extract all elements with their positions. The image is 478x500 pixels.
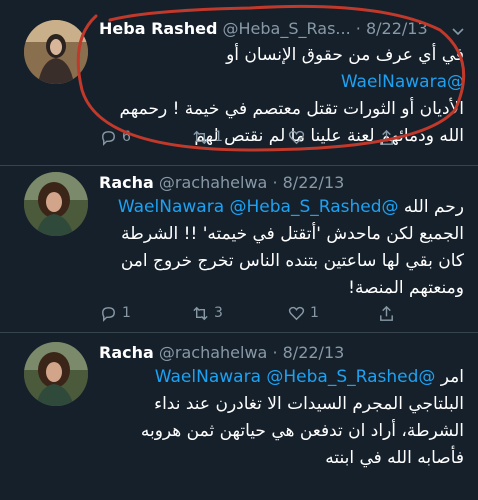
reply-icon: [102, 130, 115, 146]
share-button[interactable]: [377, 126, 396, 148]
display-name[interactable]: Heba Rashed: [99, 19, 217, 38]
tweet-date[interactable]: 8/22/13: [283, 173, 345, 192]
separator-dot: ·: [355, 19, 361, 38]
display-name[interactable]: Racha: [99, 343, 154, 362]
heart-icon: [288, 130, 305, 144]
like-count: 1: [310, 305, 319, 321]
share-icon: [380, 129, 393, 145]
retweet-icon: [193, 306, 208, 320]
tweet-text-line: البلتاجي المجرم السيدات الا تغادرن عند ن…: [154, 394, 464, 414]
retweet-count: 3: [214, 305, 223, 321]
tweet-text-line: فأصابه الله في ابنته: [325, 448, 464, 468]
user-handle[interactable]: @rachahelwa: [159, 173, 267, 192]
reply-button[interactable]: 6: [99, 126, 131, 148]
tweet-date[interactable]: 8/22/13: [283, 343, 345, 362]
tweet-text: رحم الله @WaelNawara @Heba_S_Rashed الجم…: [99, 194, 464, 302]
tweet-date[interactable]: 8/22/13: [366, 19, 428, 38]
reply-icon: [102, 306, 115, 322]
profile-photo: [24, 342, 88, 406]
mention-link[interactable]: @WaelNawara @Heba_S_Rashed: [118, 197, 399, 217]
tweet-3[interactable]: Racha @rachahelwa · 8/22/13 امر @WaelNaw…: [0, 342, 478, 500]
separator-dot: ·: [272, 173, 278, 192]
divider: [0, 332, 478, 333]
tweet-text-line: كان بقي لها ساعتين بتنده الناس تخرج خروج…: [120, 251, 464, 271]
share-button[interactable]: [377, 302, 396, 324]
like-button[interactable]: 1: [287, 302, 319, 324]
reply-count: 6: [122, 129, 131, 145]
reply-button[interactable]: 1: [99, 302, 131, 324]
profile-photo: [24, 20, 88, 84]
share-icon: [380, 305, 393, 321]
retweet-count: 1: [214, 129, 223, 145]
tweet-2[interactable]: Racha @rachahelwa · 8/22/13 رحم الله @Wa…: [0, 172, 478, 327]
profile-photo: [24, 172, 88, 236]
tweet-text-line: في أي عرف من حقوق الإنسان أو: [226, 45, 464, 65]
like-button[interactable]: [287, 126, 310, 148]
tweet-header: Racha @rachahelwa · 8/22/13: [99, 172, 470, 194]
separator-dot: ·: [272, 343, 278, 362]
avatar[interactable]: [24, 172, 88, 236]
tweet-actions: 6 1: [99, 126, 399, 148]
user-handle[interactable]: @Heba_S_Ras...: [223, 19, 351, 38]
retweet-button[interactable]: 3: [191, 302, 223, 324]
tweet-text-line: الجميع لكن ماحدش 'أتقتل في خيمته' !! الش…: [121, 224, 464, 244]
tweet-actions: 1 3 1: [99, 302, 399, 324]
tweet-text-line: الشرطة، أراد ان تدفعن هي حياتهن ثمن هروب…: [140, 421, 464, 441]
tweet-text: امر @WaelNawara @Heba_S_Rashed البلتاجي …: [99, 364, 464, 472]
tweet-text-line: ومنعتهم المنصة!: [348, 278, 464, 298]
display-name[interactable]: Racha: [99, 173, 154, 192]
divider: [0, 165, 478, 166]
heart-icon: [288, 306, 305, 320]
tweet-text-line: رحم الله: [403, 197, 464, 217]
mention-link[interactable]: @WaelNawara: [341, 72, 464, 92]
avatar[interactable]: [24, 20, 88, 84]
reply-count: 1: [122, 305, 131, 321]
chevron-down-icon[interactable]: [450, 24, 466, 40]
tweet-1[interactable]: Heba Rashed @Heba_S_Ras... · 8/22/13 في …: [0, 18, 478, 163]
tweet-text-line: امر: [440, 367, 464, 387]
retweet-button[interactable]: 1: [191, 126, 223, 148]
tweet-text-line: الأديان أو الثورات تقتل معتصم في خيمة ! …: [119, 99, 464, 119]
tweet-header: Heba Rashed @Heba_S_Ras... · 8/22/13: [99, 18, 470, 40]
user-handle[interactable]: @rachahelwa: [159, 343, 267, 362]
mention-link[interactable]: @WaelNawara @Heba_S_Rashed: [155, 367, 436, 387]
tweet-header: Racha @rachahelwa · 8/22/13: [99, 342, 470, 364]
retweet-icon: [193, 130, 208, 144]
avatar[interactable]: [24, 342, 88, 406]
